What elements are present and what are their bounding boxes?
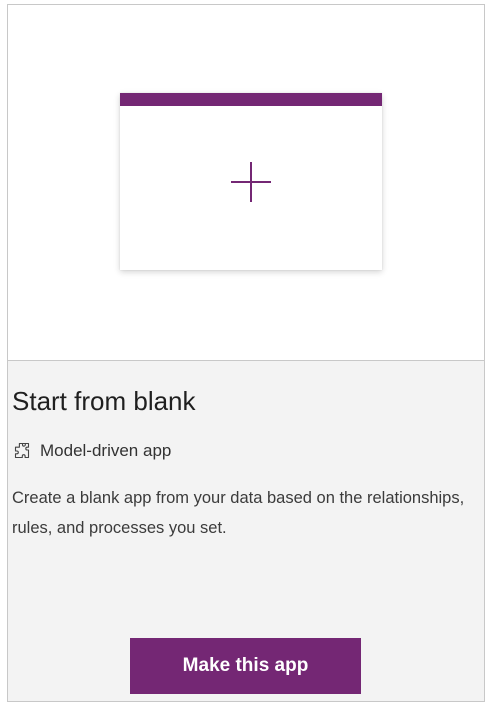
template-title: Start from blank (12, 386, 196, 416)
thumbnail-header-bar (120, 93, 382, 106)
make-this-app-button[interactable]: Make this app (130, 638, 361, 694)
plus-icon (231, 162, 271, 202)
template-preview (8, 5, 484, 361)
template-card[interactable]: Start from blank Model-driven app Create… (7, 4, 485, 702)
template-description: Create a blank app from your data based … (12, 489, 465, 537)
app-type-label: Model-driven app (40, 441, 172, 460)
puzzle-piece-icon (12, 441, 32, 461)
app-type-row: Model-driven app (12, 439, 171, 463)
blank-app-thumbnail (120, 93, 382, 270)
